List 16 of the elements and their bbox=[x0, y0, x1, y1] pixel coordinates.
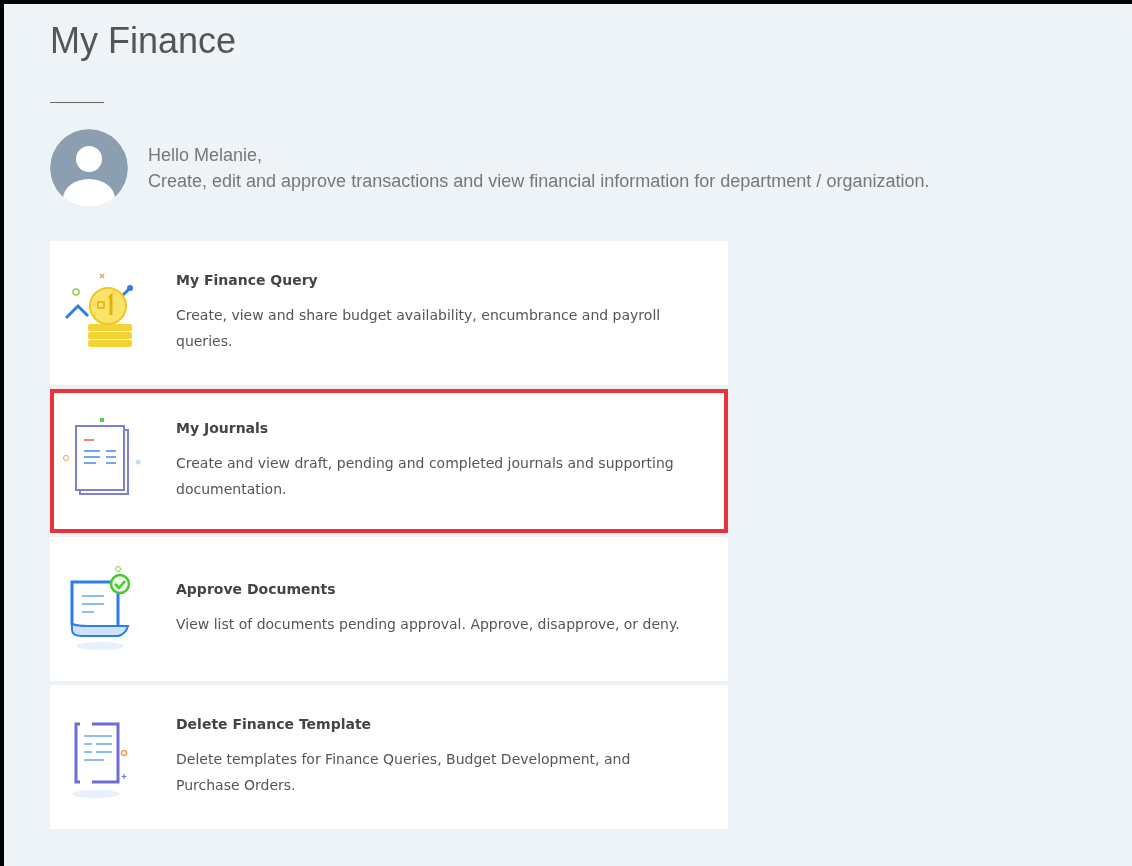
card-description: Create and view draft, pending and completed journals and supporting documentation. bbox=[176, 454, 675, 499]
card-title: Approve Documents bbox=[176, 581, 337, 597]
app-card[interactable]: My Journals Create and view draft, pending and completed journals and supporting documentation. bbox=[50, 389, 728, 533]
app-card[interactable]: Delete Finance Template Delete templates for Finance Queries, Budget Development, and Purchase Orders. bbox=[50, 685, 728, 829]
app-card[interactable]: My Finance Query Create, view and share budget availability, encumbrance and payroll queries. bbox=[50, 241, 728, 385]
page-title: My Finance bbox=[50, 20, 238, 62]
card-title: My Finance Query bbox=[176, 272, 319, 288]
card-description: Delete templates for Finance Queries, Budget Development, and Purchase Orders. bbox=[176, 750, 632, 795]
greeting-text: Hello Melanie, bbox=[148, 144, 264, 167]
avatar-icon bbox=[50, 129, 128, 207]
card-description: Create, view and share budget availability, encumbrance and payroll queries. bbox=[176, 306, 662, 351]
card-description: View list of documents pending approval. Approve, disapprove, or deny. bbox=[176, 615, 680, 634]
intro-text: Create, edit and approve transactions and view financial information for department / organization. bbox=[148, 170, 930, 193]
card-title: Delete Finance Template bbox=[176, 716, 373, 732]
app-card[interactable]: Approve Documents View list of documents pending approval. Approve, disapprove, or deny. bbox=[50, 537, 728, 681]
card-title: My Journals bbox=[176, 420, 270, 436]
